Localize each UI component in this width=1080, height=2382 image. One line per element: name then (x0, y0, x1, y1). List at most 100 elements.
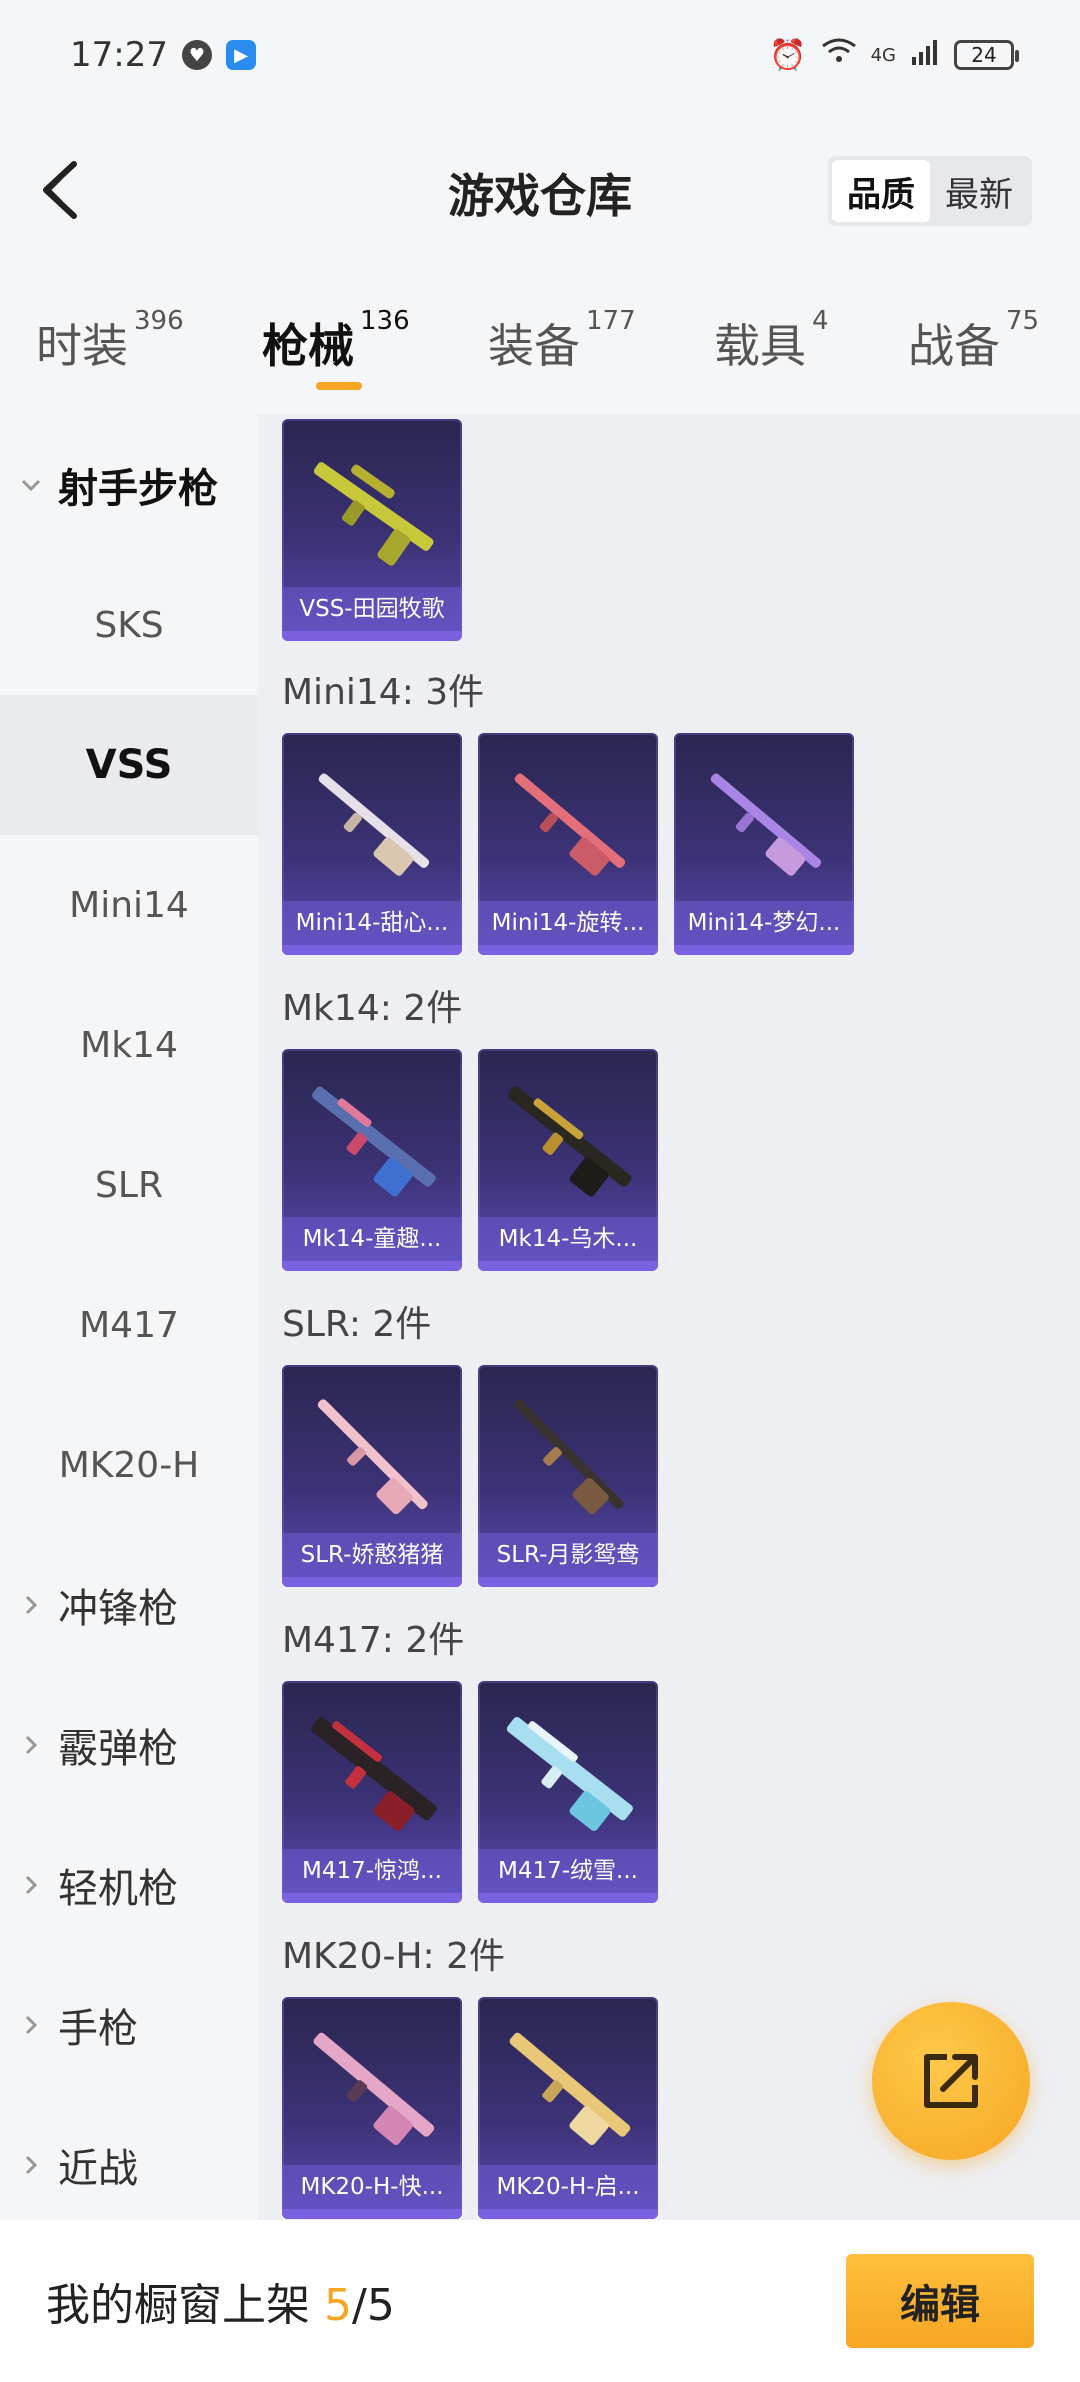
item-card[interactable]: MK20-H-快... (282, 1997, 462, 2219)
rifle-icon (710, 773, 822, 876)
item-name: Mini14-甜心... (282, 901, 462, 945)
rifle-icon (513, 1399, 624, 1515)
network-type: 4G (870, 44, 896, 66)
status-right: ⏰ 4G 24 (769, 37, 1019, 73)
item-name: SLR-月影鸳鸯 (478, 1533, 658, 1577)
sidebar-category-label: 轻机枪 (58, 1866, 178, 1912)
sidebar-item-label: SLR (95, 1164, 163, 1206)
chevron-right-icon (25, 1735, 38, 1755)
sidebar-item-mk20h[interactable]: MK20-H (0, 1395, 258, 1535)
item-card[interactable]: M417-绒雪... (478, 1681, 658, 1903)
rifle-icon (509, 2032, 631, 2145)
chevron-down-icon (21, 479, 41, 492)
group-title: M417: 2件 (282, 1620, 465, 1661)
tab-firearms[interactable]: 枪械 136 (262, 306, 410, 376)
item-name: Mk14-童趣... (282, 1217, 462, 1261)
sidebar-item-sks[interactable]: SKS (0, 555, 258, 695)
edit-button[interactable]: 编辑 (846, 2254, 1034, 2348)
sidebar-category-pistol[interactable]: 手枪 (0, 1955, 258, 2095)
rifle-icon (317, 1399, 428, 1515)
rifle-icon (313, 2032, 435, 2145)
item-card[interactable]: Mini14-旋转... (478, 733, 658, 955)
header: 游戏仓库 品质 最新 (0, 110, 1080, 270)
item-card[interactable]: Mk14-乌木... (478, 1049, 658, 1271)
status-time: 17:27 (70, 35, 168, 75)
tab-count: 177 (586, 306, 636, 336)
share-button[interactable] (872, 2002, 1030, 2160)
item-card[interactable]: SLR-娇憨猪猪 (282, 1365, 462, 1587)
showcase-label: 我的橱窗上架 (46, 2280, 324, 2331)
rifle-icon (318, 773, 430, 876)
share-icon (924, 2054, 978, 2108)
item-card[interactable]: MK20-H-启... (478, 1997, 658, 2219)
sidebar-item-label: MK20-H (58, 1444, 200, 1486)
sidebar-category-lmg[interactable]: 轻机枪 (0, 1815, 258, 1955)
rarity-bar (478, 1577, 658, 1587)
item-card[interactable]: Mini14-梦幻... (674, 733, 854, 955)
signal-icon (910, 38, 940, 73)
showcase-total-count: /5 (352, 2280, 395, 2331)
sidebar-category-shotgun[interactable]: 霰弹枪 (0, 1675, 258, 1815)
rarity-bar (478, 2209, 658, 2219)
sort-quality-button[interactable]: 品质 (832, 160, 930, 222)
item-name: M417-惊鸿... (282, 1849, 462, 1893)
sidebar-category-melee[interactable]: 近战 (0, 2095, 258, 2235)
sidebar-item-m417[interactable]: M417 (0, 1255, 258, 1395)
alarm-icon: ⏰ (769, 37, 807, 73)
showcase-current-count: 5 (324, 2280, 352, 2331)
chevron-right-icon (25, 2155, 38, 2175)
sidebar-category-label: 近战 (58, 2146, 138, 2192)
sidebar-category-marksman[interactable]: 射手步枪 (0, 415, 258, 555)
group-title: Mk14: 2件 (282, 988, 463, 1029)
tab-label: 时装 (36, 319, 128, 373)
heart-icon: ♥ (181, 40, 212, 70)
tab-vehicles[interactable]: 载具 4 (714, 306, 829, 376)
rifle-icon (508, 1086, 632, 1197)
item-grid: VSS-田园牧歌 Mini14: 3件 Mini14-甜心... Mini14-… (258, 415, 1080, 2220)
sidebar-item-label: Mk14 (80, 1024, 178, 1066)
rarity-bar (478, 945, 658, 955)
tab-count: 136 (360, 306, 410, 336)
item-name: Mk14-乌木... (478, 1217, 658, 1261)
rifle-icon (313, 462, 434, 566)
sidebar-category-label: 射手步枪 (58, 466, 218, 512)
bottom-bar: 我的橱窗上架 5/5 编辑 (0, 2220, 1080, 2382)
wifi-icon (821, 37, 857, 73)
tab-supplies[interactable]: 战备 75 (908, 306, 1039, 376)
group-title: MK20-H: 2件 (282, 1936, 506, 1977)
sort-newest-button[interactable]: 最新 (930, 160, 1028, 222)
app-notification-icon: ▶ (225, 40, 256, 70)
item-name: Mini14-梦幻... (674, 901, 854, 945)
status-left: 17:27 ♥ ▶ (70, 35, 256, 75)
chevron-right-icon (25, 1595, 38, 1615)
tab-count: 75 (1006, 306, 1040, 336)
item-name: SLR-娇憨猪猪 (282, 1533, 462, 1577)
battery-icon: 24 (954, 40, 1019, 70)
sidebar-category-label: 手枪 (58, 2006, 138, 2052)
sidebar: 射手步枪 SKS VSS Mini14 Mk14 SLR M417 MK20-H… (0, 415, 258, 2220)
group-title: SLR: 2件 (282, 1304, 432, 1345)
tab-fashion[interactable]: 时装 396 (36, 306, 184, 376)
item-card[interactable]: M417-惊鸿... (282, 1681, 462, 1903)
sidebar-item-label: Mini14 (69, 884, 189, 926)
item-card[interactable]: Mk14-童趣... (282, 1049, 462, 1271)
rarity-bar (282, 2209, 462, 2219)
chevron-right-icon (25, 1875, 38, 1895)
tab-label: 枪械 (262, 319, 354, 373)
sidebar-item-mini14[interactable]: Mini14 (0, 835, 258, 975)
sidebar-category-label: 冲锋枪 (58, 1586, 178, 1632)
item-card[interactable]: Mini14-甜心... (282, 733, 462, 955)
item-card[interactable]: SLR-月影鸳鸯 (478, 1365, 658, 1587)
tab-equipment[interactable]: 装备 177 (488, 306, 636, 376)
sidebar-item-mk14[interactable]: Mk14 (0, 975, 258, 1115)
rarity-bar (478, 1261, 658, 1271)
sidebar-item-label: SKS (94, 604, 164, 646)
item-name: Mini14-旋转... (478, 901, 658, 945)
sidebar-item-vss[interactable]: VSS (0, 695, 258, 835)
item-card[interactable]: VSS-田园牧歌 (282, 419, 462, 641)
sidebar-item-slr[interactable]: SLR (0, 1115, 258, 1255)
chevron-right-icon (25, 2015, 38, 2035)
sort-toggle: 品质 最新 (828, 156, 1032, 226)
tab-label: 装备 (488, 319, 580, 373)
sidebar-category-smg[interactable]: 冲锋枪 (0, 1535, 258, 1675)
